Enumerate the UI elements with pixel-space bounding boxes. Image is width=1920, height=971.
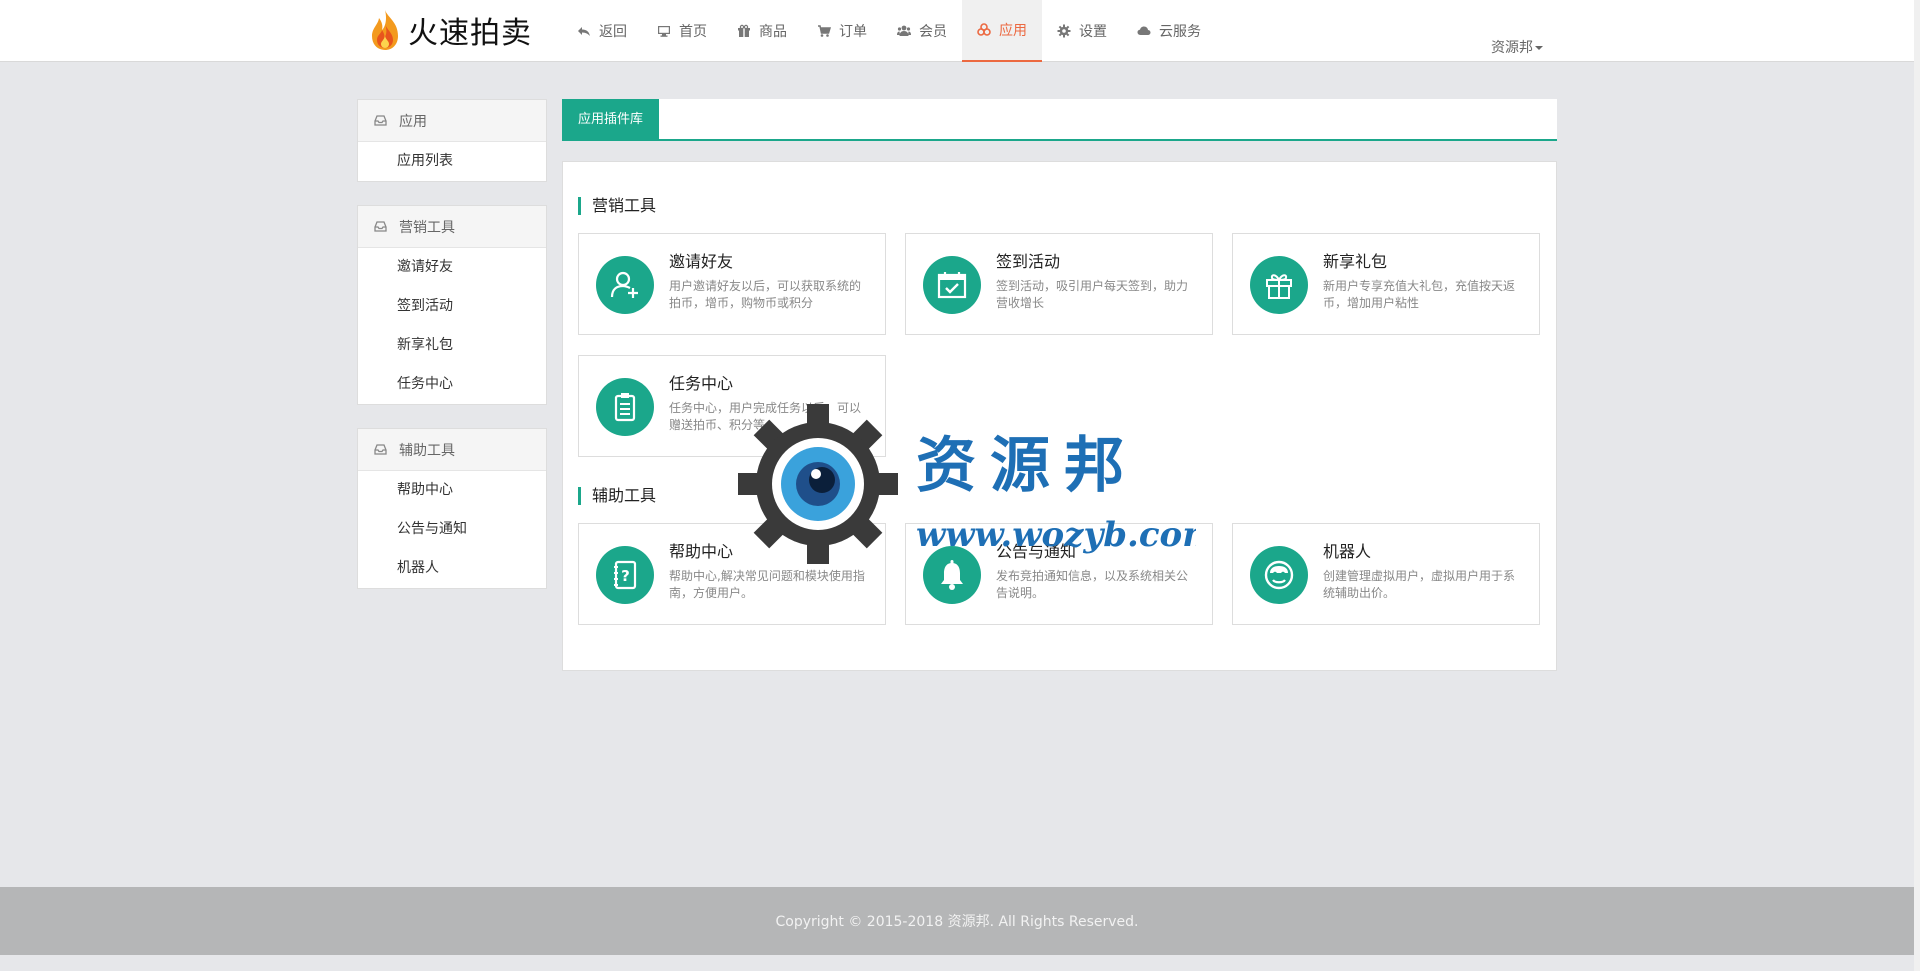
nav-orders[interactable]: 订单 bbox=[802, 0, 882, 62]
sidebar-group-header: 辅助工具 bbox=[358, 429, 546, 471]
nav-goods-label: 商品 bbox=[759, 24, 787, 40]
nav-goods[interactable]: 商品 bbox=[722, 0, 802, 62]
app-card-desc: 签到活动，吸引用户每天签到，助力营收增长 bbox=[996, 279, 1189, 310]
gear-icon bbox=[1057, 24, 1071, 38]
gift-box-icon bbox=[1250, 256, 1308, 314]
tab-bar: 应用插件库 bbox=[562, 99, 1557, 141]
robot-icon bbox=[1250, 546, 1308, 604]
sidebar-item-checkin[interactable]: 签到活动 bbox=[358, 287, 546, 326]
nav-back-label: 返回 bbox=[599, 24, 627, 40]
cart-icon bbox=[818, 25, 831, 37]
app-card-robot[interactable]: 机器人 创建管理虚拟用户，虚拟用户用于系统辅助出价。 bbox=[1232, 523, 1540, 625]
copyright-text: Copyright © 2015-2018 资源邦. All Rights Re… bbox=[775, 914, 1139, 930]
nav-orders-label: 订单 bbox=[839, 24, 867, 40]
bottom-strip bbox=[0, 955, 1920, 971]
inbox-icon bbox=[374, 115, 387, 126]
app-card-help[interactable]: ? 帮助中心 帮助中心,解决常见问题和模块使用指南，方便用户。 bbox=[578, 523, 886, 625]
monitor-icon bbox=[658, 26, 670, 37]
user-plus-icon bbox=[596, 256, 654, 314]
calendar-check-icon bbox=[923, 256, 981, 314]
app-card-invite[interactable]: 邀请好友 用户邀请好友以后，可以获取系统的拍币，增币，购物币或积分 bbox=[578, 233, 886, 335]
sidebar-item-tasks[interactable]: 任务中心 bbox=[358, 365, 546, 404]
app-card-title: 邀请好友 bbox=[669, 252, 734, 271]
app-card-tasks[interactable]: 任务中心 任务中心，用户完成任务以后，可以赠送拍币、积分等 bbox=[578, 355, 886, 457]
nav-settings-label: 设置 bbox=[1079, 24, 1107, 40]
nav-home[interactable]: 首页 bbox=[642, 0, 722, 62]
users-icon bbox=[897, 25, 911, 36]
user-menu[interactable]: 资源邦 bbox=[1491, 37, 1543, 57]
nav-apps-label: 应用 bbox=[999, 23, 1027, 39]
svg-text:?: ? bbox=[621, 567, 630, 585]
section-title-marketing: 营销工具 bbox=[578, 197, 656, 215]
app-card-title: 机器人 bbox=[1323, 542, 1372, 561]
flame-logo-icon bbox=[372, 10, 398, 50]
app-logo[interactable]: 火速拍卖 bbox=[366, 8, 532, 52]
reply-icon bbox=[578, 27, 590, 36]
apps-icon bbox=[977, 23, 991, 36]
sidebar-group-header: 应用 bbox=[358, 100, 546, 142]
app-card-desc: 发布竞拍通知信息，以及系统相关公告说明。 bbox=[996, 569, 1189, 600]
app-card-title: 签到活动 bbox=[996, 252, 1061, 271]
main-nav: 返回 首页 商品 订单 会员 应用 设置 云服务 bbox=[562, 0, 1216, 62]
sidebar-group-marketing: 营销工具 邀请好友 签到活动 新享礼包 任务中心 bbox=[357, 205, 547, 405]
top-navbar: 火速拍卖 返回 首页 商品 订单 会员 应用 设置 云服务 资源邦 bbox=[0, 0, 1914, 62]
sidebar-item-app-list[interactable]: 应用列表 bbox=[358, 142, 546, 181]
sidebar-item-newgift[interactable]: 新享礼包 bbox=[358, 326, 546, 365]
sidebar-item-invite[interactable]: 邀请好友 bbox=[358, 248, 546, 287]
sidebar-group-apps: 应用 应用列表 bbox=[357, 99, 547, 182]
nav-cloud[interactable]: 云服务 bbox=[1122, 0, 1216, 62]
app-card-checkin[interactable]: 签到活动 签到活动，吸引用户每天签到，助力营收增长 bbox=[905, 233, 1213, 335]
sidebar-group-title: 辅助工具 bbox=[399, 442, 455, 459]
user-name: 资源邦 bbox=[1491, 40, 1533, 56]
cloud-icon bbox=[1137, 26, 1151, 35]
sidebar-group-title: 应用 bbox=[399, 113, 427, 130]
sidebar-item-notice[interactable]: 公告与通知 bbox=[358, 510, 546, 549]
nav-cloud-label: 云服务 bbox=[1159, 24, 1201, 40]
gift-icon bbox=[738, 24, 750, 37]
nav-members-label: 会员 bbox=[919, 24, 947, 40]
nav-home-label: 首页 bbox=[679, 24, 707, 40]
plugin-panel: 营销工具 邀请好友 用户邀请好友以后，可以获取系统的拍币，增币，购物币或积分 签… bbox=[562, 161, 1557, 671]
app-card-notice[interactable]: 公告与通知 发布竞拍通知信息，以及系统相关公告说明。 bbox=[905, 523, 1213, 625]
app-name: 火速拍卖 bbox=[408, 16, 532, 51]
help-book-icon: ? bbox=[596, 546, 654, 604]
app-card-desc: 用户邀请好友以后，可以获取系统的拍币，增币，购物币或积分 bbox=[669, 279, 862, 310]
bell-icon bbox=[923, 546, 981, 604]
inbox-icon bbox=[374, 221, 387, 232]
nav-members[interactable]: 会员 bbox=[882, 0, 962, 62]
page-scrollbar[interactable] bbox=[1914, 0, 1920, 971]
sidebar-group-assist: 辅助工具 帮助中心 公告与通知 机器人 bbox=[357, 428, 547, 589]
app-card-newgift[interactable]: 新享礼包 新用户专享充值大礼包，充值按天返币，增加用户粘性 bbox=[1232, 233, 1540, 335]
app-card-title: 新享礼包 bbox=[1323, 252, 1388, 271]
nav-back[interactable]: 返回 bbox=[562, 0, 642, 62]
app-card-title: 帮助中心 bbox=[669, 542, 734, 561]
nav-apps[interactable]: 应用 bbox=[962, 0, 1042, 62]
tab-plugin-library[interactable]: 应用插件库 bbox=[562, 99, 660, 141]
app-card-desc: 创建管理虚拟用户，虚拟用户用于系统辅助出价。 bbox=[1323, 569, 1516, 600]
section-title-assist: 辅助工具 bbox=[578, 487, 656, 505]
inbox-icon bbox=[374, 444, 387, 455]
app-card-title: 公告与通知 bbox=[996, 542, 1077, 561]
app-card-title: 任务中心 bbox=[669, 374, 734, 393]
app-card-desc: 任务中心，用户完成任务以后，可以赠送拍币、积分等 bbox=[669, 401, 862, 432]
clipboard-icon bbox=[596, 378, 654, 436]
caret-down-icon bbox=[1535, 46, 1543, 50]
sidebar-item-help[interactable]: 帮助中心 bbox=[358, 471, 546, 510]
app-card-desc: 新用户专享充值大礼包，充值按天返币，增加用户粘性 bbox=[1323, 279, 1516, 310]
sidebar-item-robot[interactable]: 机器人 bbox=[358, 549, 546, 588]
nav-settings[interactable]: 设置 bbox=[1042, 0, 1122, 62]
footer: Copyright © 2015-2018 资源邦. All Rights Re… bbox=[0, 887, 1914, 955]
sidebar-group-header: 营销工具 bbox=[358, 206, 546, 248]
app-card-desc: 帮助中心,解决常见问题和模块使用指南，方便用户。 bbox=[669, 569, 865, 600]
sidebar-group-title: 营销工具 bbox=[399, 219, 455, 236]
